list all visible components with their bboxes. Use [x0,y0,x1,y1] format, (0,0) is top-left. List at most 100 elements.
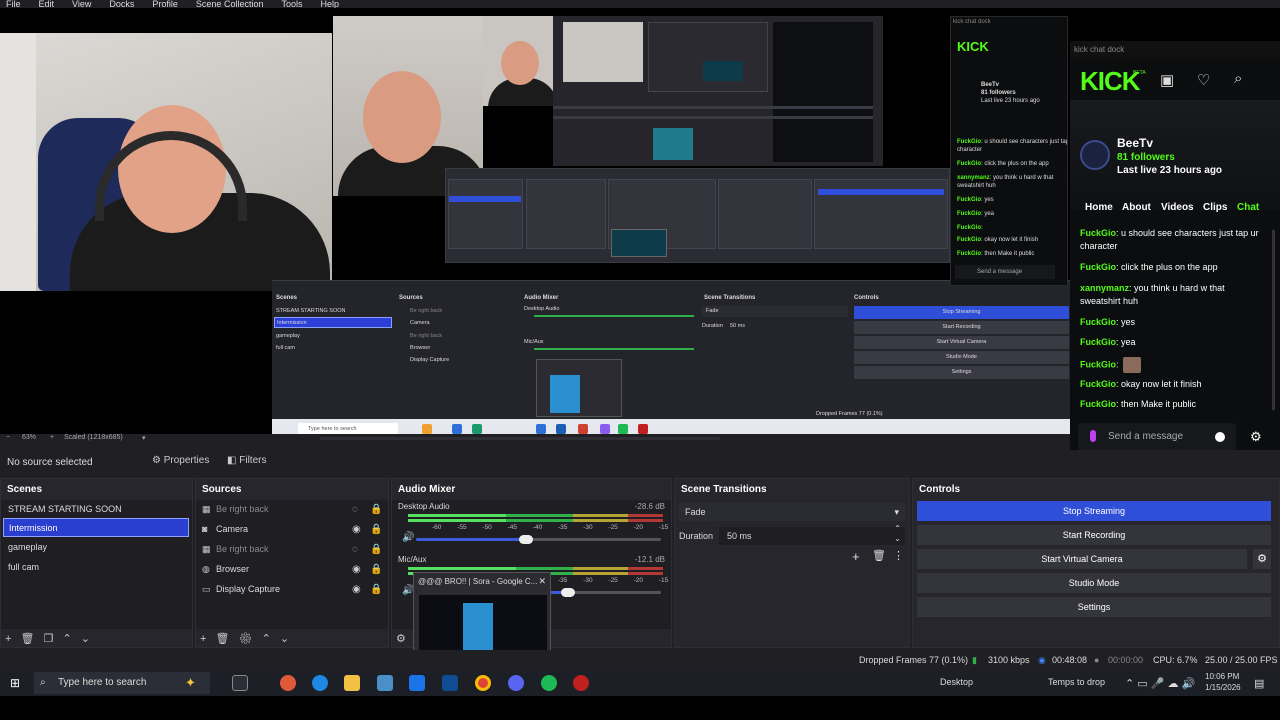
menu-docks[interactable]: Docks [109,0,134,8]
transition-select[interactable]: Fade ▾ [679,503,905,521]
system-tray-icons[interactable]: ⌃ ▭ 🎤 ☁ 🔊 [1125,677,1195,690]
duration-input[interactable]: 50 ms ⌃ ⌄ [719,524,905,545]
chat-username[interactable]: FuckGio [1080,262,1116,272]
menu-view[interactable]: View [72,0,91,8]
properties-button[interactable]: ⚙ Properties [152,455,209,466]
lock-icon[interactable]: 🔒 [370,520,382,539]
stop-streaming-button[interactable]: Stop Streaming [917,501,1271,521]
menu-edit[interactable]: Edit [39,0,55,8]
volume-knob[interactable] [519,535,534,544]
heart-icon[interactable]: ♡ [1197,71,1210,89]
chevron-up-icon[interactable]: ⌃ [262,633,271,645]
close-icon[interactable]: ✕ [538,576,546,587]
file-explorer-icon[interactable] [344,675,360,691]
source-item[interactable]: ▦ Be right back ◌ 🔒 [200,540,386,559]
lock-icon[interactable]: 🔒 [370,540,382,559]
chevron-up-icon[interactable]: ⌃ [62,633,71,645]
scene-item[interactable]: full cam [3,558,189,577]
trash-icon[interactable]: 🗑 [216,633,230,645]
edge-icon[interactable] [312,675,328,691]
chevron-down-icon[interactable]: ⌄ [81,633,90,645]
discord-icon[interactable] [508,675,524,691]
start-virtual-camera-button[interactable]: Start Virtual Camera [917,549,1247,569]
source-item[interactable]: ▭ Display Capture ◉ 🔒 [200,580,386,599]
scene-item[interactable]: gameplay [3,538,189,557]
menu-profile[interactable]: Profile [152,0,178,8]
zoom-out-icon[interactable]: − [6,434,10,441]
add-icon[interactable]: + [200,633,206,645]
chat-scrollbar[interactable] [1272,230,1275,410]
eye-hidden-icon[interactable]: ◌ [352,500,358,519]
menu-file[interactable]: File [6,0,21,8]
speaker-icon[interactable]: 🔊 [402,532,414,543]
copy-icon[interactable]: ❐ [44,633,54,645]
notification-icon[interactable]: ▤ [1254,677,1264,690]
filters-button[interactable]: ◧ Filters [227,455,266,466]
zoom-level[interactable]: 63% [22,434,36,441]
app-icon[interactable] [280,675,296,691]
trash-icon[interactable]: 🗑 [872,549,886,562]
add-icon[interactable]: + [5,633,11,645]
copilot-sparkle-icon[interactable]: ✦ [185,675,196,691]
chat-username[interactable]: FuckGio [1080,337,1116,347]
lock-icon[interactable]: 🔒 [370,500,382,519]
eye-icon[interactable]: ◉ [352,580,361,599]
kick-logo[interactable]: KICK [1080,66,1141,97]
desktop-toolbar[interactable]: Desktop [940,677,973,687]
volume-knob[interactable] [560,588,575,597]
spin-buttons[interactable]: ⌃ ⌄ [894,524,901,544]
chevron-down-icon[interactable]: ⌄ [280,633,289,645]
chat-input[interactable]: Send a message [1078,423,1236,451]
source-item[interactable]: ◙ Camera ◉ 🔒 [200,520,386,539]
tab-videos[interactable]: Videos [1161,202,1194,213]
chat-username[interactable]: FuckGio [1080,317,1116,327]
search-icon[interactable]: ⌕ [1234,70,1242,87]
tab-home[interactable]: Home [1085,202,1113,213]
settings-button[interactable]: Settings [917,597,1271,617]
store-icon[interactable] [442,675,458,691]
source-item[interactable]: ▦ Be right back ◌ 🔒 [200,500,386,519]
eye-icon[interactable]: ◉ [352,560,361,579]
library-icon[interactable]: ▣ [1160,71,1174,89]
chrome-icon[interactable] [475,675,491,691]
chat-username[interactable]: FuckGio [1080,359,1116,369]
chat-username[interactable]: FuckGio [1080,399,1116,409]
preview-horizontal-scrollbar[interactable] [320,437,720,440]
channel-name[interactable]: BeeTv [1117,136,1153,150]
more-icon[interactable]: ⋮ [893,549,904,562]
tab-chat[interactable]: Chat [1237,202,1259,213]
add-icon[interactable]: + [852,549,860,564]
obs-icon[interactable] [573,675,589,691]
lock-icon[interactable]: 🔒 [370,560,382,579]
chat-username[interactable]: xannymanz [1080,283,1129,293]
windows-start-icon[interactable]: ⊞ [10,676,20,690]
app-icon[interactable] [377,675,393,691]
mail-icon[interactable] [409,675,425,691]
tab-about[interactable]: About [1122,202,1151,213]
clock-time[interactable]: 10:06 PM [1205,672,1239,681]
tab-clips[interactable]: Clips [1203,202,1227,213]
chat-username[interactable]: FuckGio [1080,228,1116,238]
task-view-icon[interactable] [232,675,248,691]
avatar[interactable] [1080,140,1110,170]
gear-icon[interactable]: ⚙ [239,633,253,645]
menu-scene-collection[interactable]: Scene Collection [196,0,264,8]
scene-item-selected[interactable]: Intermission [3,518,189,537]
volume-slider[interactable] [416,535,661,544]
lock-icon[interactable]: 🔒 [370,580,382,599]
menu-help[interactable]: Help [320,0,339,8]
chevron-down-icon[interactable]: ▾ [142,434,146,442]
studio-mode-button[interactable]: Studio Mode [917,573,1271,593]
menu-tools[interactable]: Tools [281,0,302,8]
source-item[interactable]: ◍ Browser ◉ 🔒 [200,560,386,579]
gear-icon[interactable]: ⚙ [1253,549,1271,569]
scene-item[interactable]: STREAM STARTING SOON [3,500,189,519]
spotify-icon[interactable] [541,675,557,691]
clock-date[interactable]: 1/15/2026 [1205,683,1241,692]
taskbar-search[interactable]: ⌕ Type here to search [34,672,210,694]
eye-icon[interactable]: ◉ [352,520,361,539]
zoom-in-icon[interactable]: + [50,434,54,441]
temps-to-drop[interactable]: Temps to drop [1048,677,1105,687]
start-recording-button[interactable]: Start Recording [917,525,1271,545]
chat-username[interactable]: FuckGio [1080,379,1116,389]
